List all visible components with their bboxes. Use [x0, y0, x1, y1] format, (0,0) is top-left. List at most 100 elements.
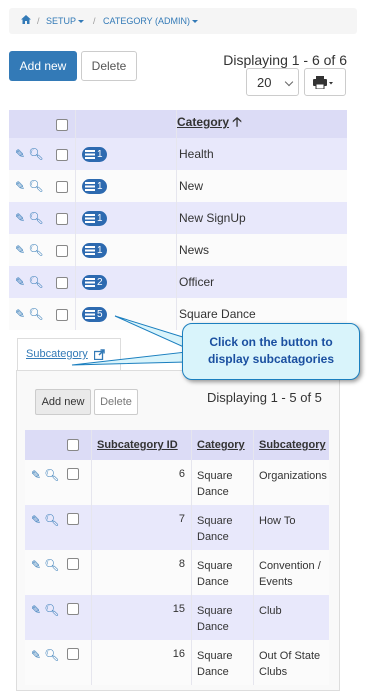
breadcrumb-setup[interactable]: SETUP: [46, 8, 85, 34]
select-all-checkbox[interactable]: [67, 439, 79, 452]
print-button[interactable]: [304, 68, 346, 96]
list-icon: [85, 213, 95, 223]
category-table: Category 🡡 ✎ 🔍︎ 1 Health ✎ 🔍︎ 1 New ✎ 🔍︎…: [9, 110, 347, 330]
category-sort-header[interactable]: Category: [177, 115, 229, 129]
search-icon[interactable]: 🔍︎: [44, 558, 59, 572]
edit-icon[interactable]: ✎: [31, 648, 41, 662]
category-cell: Health: [176, 138, 347, 170]
table-row: ✎ 🔍︎ 1 Health: [9, 138, 347, 170]
chevron-down-icon: [284, 77, 294, 87]
subcategory-button[interactable]: 1: [82, 210, 107, 226]
edit-icon[interactable]: ✎: [15, 179, 25, 193]
row-checkbox[interactable]: [56, 212, 68, 225]
arrow-up-icon: 🡡: [232, 114, 242, 129]
search-icon[interactable]: 🔍︎: [28, 179, 43, 193]
category-cell: Square Dance: [191, 640, 254, 685]
category-cell: New: [176, 170, 347, 202]
table-header: Subcategory ID Category Subcategory: [25, 430, 329, 460]
subcategory-id-header[interactable]: Subcategory ID: [91, 430, 192, 460]
list-icon: [85, 277, 95, 287]
sub-display-count: Displaying 1 - 5 of 5: [207, 390, 322, 405]
row-checkbox[interactable]: [56, 308, 68, 321]
tab-subcategory-label[interactable]: Subcategory: [26, 348, 88, 360]
category-cell: Officer: [176, 266, 347, 298]
breadcrumb-separator: /: [37, 16, 40, 26]
select-all-checkbox[interactable]: [56, 118, 68, 131]
subcategory-table: Subcategory ID Category Subcategory ✎ 🔍︎…: [25, 430, 329, 685]
sub-add-new-button[interactable]: Add new: [35, 389, 91, 415]
category-cell: Square Dance: [191, 505, 254, 550]
table-row: ✎ 🔍︎ 2 Officer: [9, 266, 347, 298]
edit-icon[interactable]: ✎: [31, 513, 41, 527]
edit-icon[interactable]: ✎: [15, 275, 25, 289]
table-row: ✎ 🔍︎ 7 Square Dance How To: [25, 505, 329, 550]
row-checkbox[interactable]: [67, 603, 79, 616]
list-icon: [85, 149, 95, 159]
edit-icon[interactable]: ✎: [15, 211, 25, 225]
subcategory-button[interactable]: 1: [82, 242, 107, 258]
subcategory-button[interactable]: 1: [82, 178, 107, 194]
category-cell: Square Dance: [191, 550, 254, 595]
search-icon[interactable]: 🔍︎: [44, 513, 59, 527]
delete-button[interactable]: Delete: [81, 51, 137, 81]
page-size-select[interactable]: 20: [246, 68, 299, 96]
search-icon[interactable]: 🔍︎: [28, 211, 43, 225]
search-icon[interactable]: 🔍︎: [44, 603, 59, 617]
row-checkbox[interactable]: [67, 648, 79, 661]
edit-icon[interactable]: ✎: [15, 307, 25, 321]
add-new-button[interactable]: Add new: [9, 51, 77, 81]
search-icon[interactable]: 🔍︎: [44, 468, 59, 482]
subcategory-cell: How To: [253, 505, 329, 550]
list-icon: [85, 181, 95, 191]
subcategory-header[interactable]: Subcategory: [253, 430, 329, 460]
subcategory-id-cell: 6: [91, 460, 192, 505]
table-row: ✎ 🔍︎ 1 New SignUp: [9, 202, 347, 234]
category-header[interactable]: Category: [191, 430, 254, 460]
edit-icon[interactable]: ✎: [15, 147, 25, 161]
list-icon: [85, 245, 95, 255]
callout-tooltip: Click on the button to display subcatago…: [182, 323, 360, 380]
search-icon[interactable]: 🔍︎: [28, 307, 43, 321]
row-checkbox[interactable]: [67, 468, 79, 481]
subcategory-cell: Organizations: [253, 460, 329, 505]
edit-icon[interactable]: ✎: [31, 468, 41, 482]
row-checkbox[interactable]: [56, 180, 68, 193]
subcategory-cell: Convention / Events: [253, 550, 329, 595]
breadcrumb-separator: /: [93, 16, 96, 26]
row-checkbox[interactable]: [56, 244, 68, 257]
subcategory-button[interactable]: 5: [82, 306, 107, 322]
table-header: Category 🡡: [9, 110, 347, 138]
edit-icon[interactable]: ✎: [31, 558, 41, 572]
subcategory-button[interactable]: 1: [82, 146, 107, 162]
row-checkbox[interactable]: [67, 513, 79, 526]
subcategory-cell: Out Of State Clubs: [253, 640, 329, 685]
search-icon[interactable]: 🔍︎: [28, 243, 43, 257]
table-row: ✎ 🔍︎ 1 New: [9, 170, 347, 202]
subcategory-id-cell: 7: [91, 505, 192, 550]
table-row: ✎ 🔍︎ 15 Square Dance Club: [25, 595, 329, 640]
table-row: ✎ 🔍︎ 8 Square Dance Convention / Events: [25, 550, 329, 595]
row-checkbox[interactable]: [56, 148, 68, 161]
edit-icon[interactable]: ✎: [31, 603, 41, 617]
subcategory-id-cell: 15: [91, 595, 192, 640]
external-link-icon[interactable]: [94, 349, 105, 360]
edit-icon[interactable]: ✎: [15, 243, 25, 257]
subcategory-id-cell: 8: [91, 550, 192, 595]
sub-delete-button[interactable]: Delete: [94, 389, 138, 415]
row-checkbox[interactable]: [56, 276, 68, 289]
search-icon[interactable]: 🔍︎: [28, 147, 43, 161]
table-row: ✎ 🔍︎ 1 News: [9, 234, 347, 266]
breadcrumb-category[interactable]: CATEGORY (ADMIN): [103, 8, 199, 34]
subcategory-button[interactable]: 2: [82, 274, 107, 290]
row-checkbox[interactable]: [67, 558, 79, 571]
category-cell: News: [176, 234, 347, 266]
table-row: ✎ 🔍︎ 16 Square Dance Out Of State Clubs: [25, 640, 329, 685]
tab-subcategory[interactable]: Subcategory: [17, 338, 121, 371]
breadcrumb: / SETUP / CATEGORY (ADMIN): [9, 8, 357, 34]
search-icon[interactable]: 🔍︎: [28, 275, 43, 289]
category-cell: Square Dance: [191, 460, 254, 505]
table-row: ✎ 🔍︎ 6 Square Dance Organizations: [25, 460, 329, 505]
search-icon[interactable]: 🔍︎: [44, 648, 59, 662]
home-icon[interactable]: [21, 8, 31, 34]
display-count: Displaying 1 - 6 of 6: [223, 52, 347, 68]
